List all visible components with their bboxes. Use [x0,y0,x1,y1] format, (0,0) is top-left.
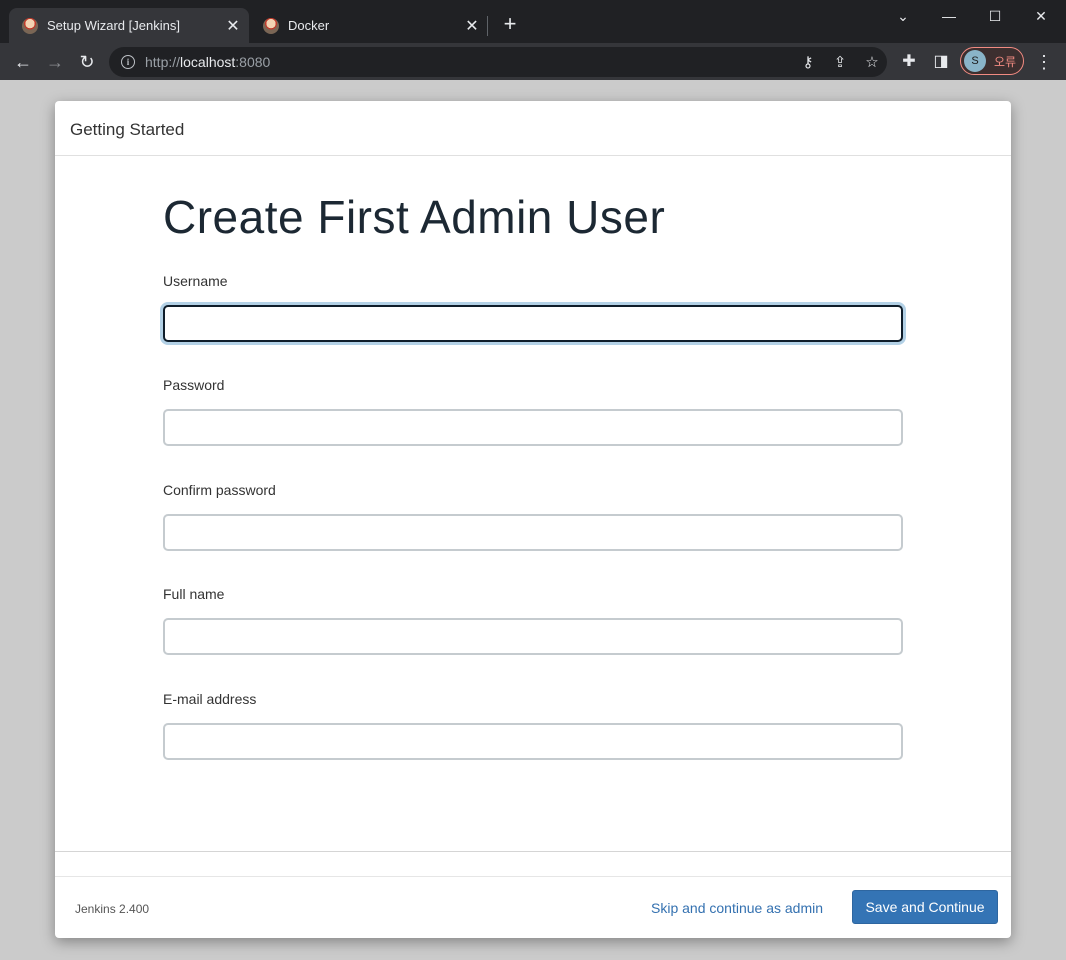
full-name-label: Full name [163,586,225,602]
close-window-button[interactable]: ✕ [1018,4,1064,28]
tab-title: Setup Wizard [Jenkins] [47,18,180,33]
avatar: S [964,50,986,72]
version-label: Jenkins 2.400 [75,902,150,916]
browser-toolbar: ← → ↻ i http://localhost:8080 ⚷ ⇪ ☆ ✚ ◨ … [0,43,1066,80]
profile-status-label: 오류 [994,54,1017,69]
bookmark-star-icon[interactable]: ☆ [863,53,881,71]
url-text: http://localhost:8080 [145,54,271,70]
back-arrow-icon[interactable]: ← [10,49,36,75]
browser-tab-strip: Setup Wizard [Jenkins] ✕ Docker ✕ + ⌄ — … [0,0,1066,43]
tab-setup-wizard[interactable]: Setup Wizard [Jenkins] ✕ [9,8,249,43]
tab-close-icon[interactable]: ✕ [461,16,483,36]
email-field[interactable] [163,723,903,760]
confirm-password-label: Confirm password [163,482,276,498]
confirm-password-field[interactable] [163,514,903,551]
side-panel-icon[interactable]: ◨ [931,52,951,72]
username-label: Username [163,273,228,289]
username-field[interactable] [163,305,903,342]
site-info-icon[interactable]: i [121,55,135,69]
more-menu-icon[interactable]: ⋮ [1034,52,1054,72]
page-title: Create First Admin User [163,191,666,243]
tab-docker[interactable]: Docker ✕ [250,8,488,43]
tab-search-icon[interactable]: ⌄ [880,4,926,28]
footer-divider [55,876,1011,877]
tab-separator [487,16,488,36]
email-label: E-mail address [163,691,257,707]
tab-title: Docker [288,18,330,33]
reload-icon[interactable]: ↻ [74,49,100,75]
full-name-field[interactable] [163,618,903,655]
extensions-puzzle-icon[interactable]: ✚ [899,52,919,72]
minimize-button[interactable]: — [926,4,972,28]
skip-continue-as-admin-link[interactable]: Skip and continue as admin [651,900,823,916]
form-content: Create First Admin User [163,189,903,245]
jenkins-favicon-icon [22,17,38,34]
key-icon[interactable]: ⚷ [799,53,817,71]
footer-divider [55,851,1011,852]
save-and-continue-button[interactable]: Save and Continue [852,890,998,924]
maximize-button[interactable]: ☐ [972,4,1018,28]
jenkins-favicon-icon [263,17,279,34]
new-tab-button[interactable]: + [499,12,521,36]
forward-arrow-icon[interactable]: → [42,49,68,75]
setup-wizard-dialog: Getting Started Create First Admin User … [55,101,1011,938]
tab-close-icon[interactable]: ✕ [222,16,244,36]
profile-button[interactable]: S 오류 [960,47,1024,75]
password-field[interactable] [163,409,903,446]
dialog-header: Getting Started [55,101,1011,156]
password-label: Password [163,377,225,393]
share-icon[interactable]: ⇪ [831,53,849,71]
address-bar[interactable]: i http://localhost:8080 ⚷ ⇪ ☆ [109,47,887,77]
